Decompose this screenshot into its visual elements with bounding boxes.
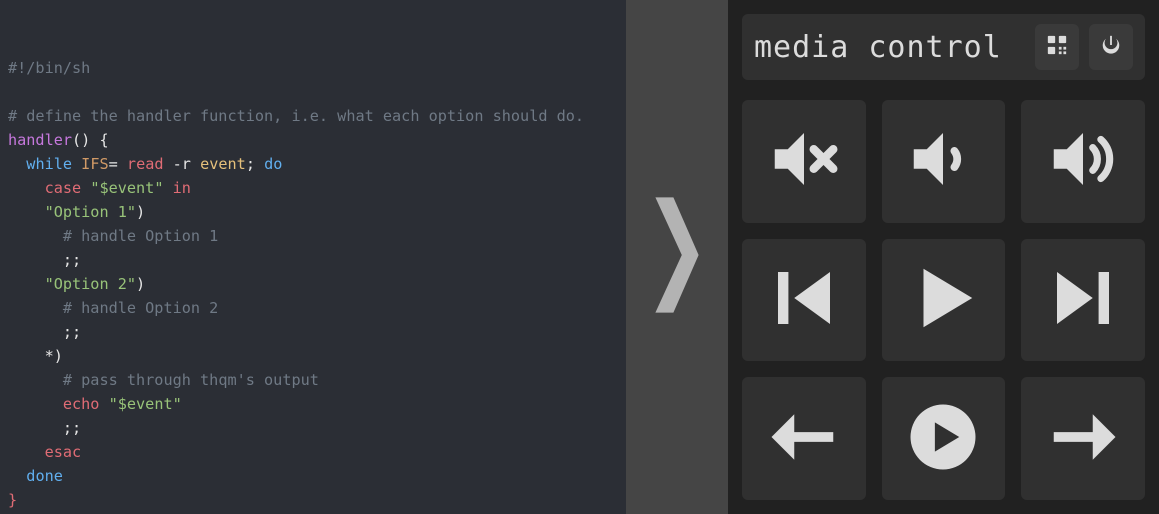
qr-icon bbox=[1046, 34, 1068, 60]
media-control-panel: media control bbox=[728, 0, 1159, 514]
panel-header: media control bbox=[742, 14, 1145, 80]
panel-title: media control bbox=[754, 30, 1025, 65]
arrow-divider bbox=[626, 0, 728, 514]
button-grid bbox=[742, 100, 1145, 500]
arrow-right-icon bbox=[1044, 398, 1122, 480]
volume-up-button[interactable] bbox=[1021, 100, 1145, 223]
play-circle-button[interactable] bbox=[882, 377, 1006, 500]
play-circle-icon bbox=[904, 398, 982, 480]
next-button[interactable] bbox=[1021, 239, 1145, 362]
code-lines: #!/bin/sh # define the handler function,… bbox=[8, 56, 616, 514]
qr-button[interactable] bbox=[1035, 24, 1079, 70]
play-button[interactable] bbox=[882, 239, 1006, 362]
mute-icon bbox=[765, 120, 843, 202]
previous-icon bbox=[765, 259, 843, 341]
power-icon bbox=[1100, 34, 1122, 60]
chevron-right-icon bbox=[653, 195, 701, 319]
volume-down-icon bbox=[904, 120, 982, 202]
arrow-right-button[interactable] bbox=[1021, 377, 1145, 500]
play-icon bbox=[904, 259, 982, 341]
arrow-left-button[interactable] bbox=[742, 377, 866, 500]
volume-up-icon bbox=[1044, 120, 1122, 202]
next-icon bbox=[1044, 259, 1122, 341]
volume-down-button[interactable] bbox=[882, 100, 1006, 223]
power-button[interactable] bbox=[1089, 24, 1133, 70]
previous-button[interactable] bbox=[742, 239, 866, 362]
arrow-left-icon bbox=[765, 398, 843, 480]
code-editor: #!/bin/sh # define the handler function,… bbox=[0, 0, 626, 514]
mute-button[interactable] bbox=[742, 100, 866, 223]
